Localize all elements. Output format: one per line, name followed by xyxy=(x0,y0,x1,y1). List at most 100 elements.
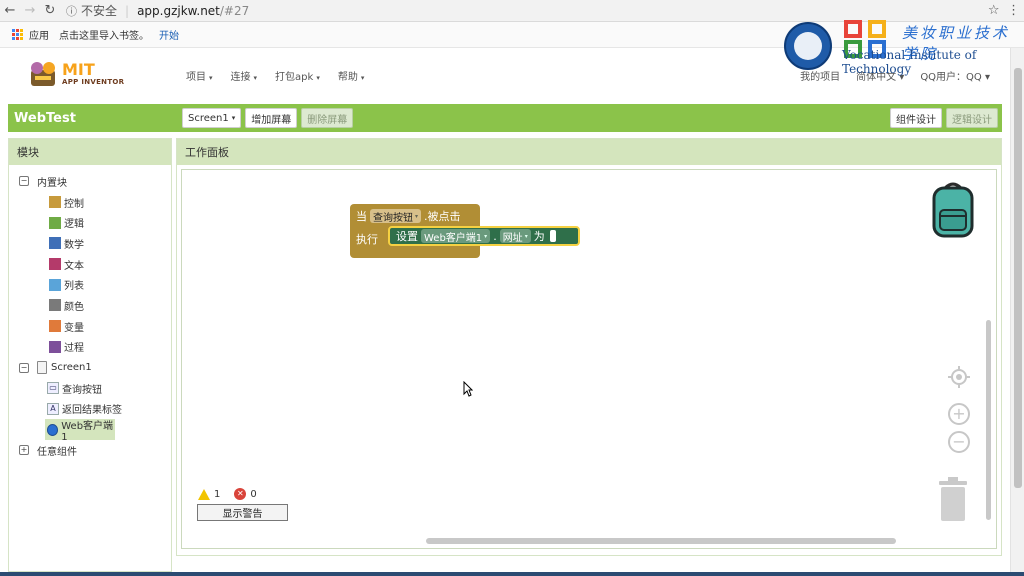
zoom-in-icon[interactable]: + xyxy=(948,403,970,425)
school-seal-icon xyxy=(784,22,832,70)
page-scrollbar[interactable] xyxy=(1010,48,1024,576)
workspace-vertical-scrollbar[interactable] xyxy=(986,320,991,520)
browser-address-bar: ← → ↻ ⓘ 不安全 | app.gzjkw.net/#27 ☆ ⋮ xyxy=(0,0,1024,22)
drawer-label: 控制 xyxy=(64,198,84,210)
component-label: 返回结果标签 xyxy=(62,405,122,417)
set-property-dropdown[interactable]: 网址 ▾ xyxy=(499,229,531,244)
info-icon[interactable]: ⓘ xyxy=(66,3,77,19)
caret-down-icon: ▾ xyxy=(360,74,365,82)
collapse-icon[interactable]: − xyxy=(19,176,29,187)
blocks-tree: − 内置块 控制 逻辑 数学 文本 列表 颜色 变量 过程 − Screen1 … xyxy=(9,165,171,461)
reload-icon[interactable]: ↻ xyxy=(40,1,60,21)
event-name: .被点击 xyxy=(424,210,461,223)
caret-down-icon: ▾ xyxy=(253,74,258,82)
url-field[interactable]: ⓘ 不安全 | app.gzjkw.net/#27 xyxy=(66,2,984,20)
label-icon: A xyxy=(47,402,59,415)
tree-any-component[interactable]: + 任意组件 xyxy=(9,440,171,461)
collapse-icon[interactable]: − xyxy=(19,362,29,373)
url-host: app.gzjkw.net xyxy=(137,3,220,18)
more-menu-icon[interactable]: ⋮ xyxy=(1007,3,1020,18)
drawer-control[interactable]: 控制 xyxy=(9,192,171,213)
caret-down-icon: ▾ xyxy=(209,74,213,82)
drawer-variables[interactable]: 变量 xyxy=(9,316,171,337)
drawer-lists[interactable]: 列表 xyxy=(9,274,171,295)
tree-builtin-label: 内置块 xyxy=(37,177,67,189)
drawer-procedures[interactable]: 过程 xyxy=(9,337,171,358)
bookmark-apps[interactable]: 应用 xyxy=(29,27,49,42)
drawer-label: 数学 xyxy=(64,239,84,251)
control-color-icon xyxy=(49,196,61,209)
blocks-editor-button[interactable]: 逻辑设计 xyxy=(946,108,998,128)
drawer-math[interactable]: 数学 xyxy=(9,233,171,254)
designer-button[interactable]: 组件设计 xyxy=(890,108,942,128)
recenter-icon[interactable] xyxy=(948,366,970,388)
warning-count: 1 xyxy=(214,488,221,500)
screen-selector-label: Screen1 xyxy=(188,112,229,124)
drawer-label: 过程 xyxy=(64,343,84,355)
screen-icon xyxy=(37,361,47,375)
drawer-label: 逻辑 xyxy=(64,219,84,231)
set-component-dropdown[interactable]: Web客户端1 ▾ xyxy=(421,229,491,244)
set-to: 为 xyxy=(533,230,545,243)
logo-bee-icon xyxy=(31,62,55,86)
caret-down-icon: ▾ xyxy=(231,114,236,122)
tree-builtin[interactable]: − 内置块 xyxy=(9,171,171,192)
drawer-colors[interactable]: 颜色 xyxy=(9,295,171,316)
text-color-icon xyxy=(49,258,61,271)
tree-component-button[interactable]: ▭ 查询按钮 xyxy=(9,378,171,399)
drawer-text[interactable]: 文本 xyxy=(9,254,171,275)
event-component-dropdown[interactable]: 查询按钮 ▾ xyxy=(370,209,422,224)
menu-help[interactable]: 帮助 ▾ xyxy=(338,68,365,83)
event-do: 执行 xyxy=(356,233,378,246)
tree-component-web[interactable]: Web客户端1 xyxy=(45,419,115,443)
remove-screen-button[interactable]: 删除屏幕 xyxy=(301,108,354,128)
apps-grid-icon[interactable] xyxy=(12,29,23,40)
set-property-block[interactable]: 设置 Web客户端1 ▾ . 网址 ▾ 为 xyxy=(388,226,580,246)
mouse-cursor-icon xyxy=(463,381,473,397)
drawer-label: 颜色 xyxy=(64,301,84,313)
component-label: 查询按钮 xyxy=(62,384,102,396)
value-socket[interactable] xyxy=(549,230,556,242)
screen-selector[interactable]: Screen1 ▾ xyxy=(182,108,242,128)
bookmark-import-hint: 点击这里导入书签。 xyxy=(59,31,149,42)
school-watermark: 美妆职业技术学院 Vocational Institute of Technol… xyxy=(784,20,1014,76)
tree-any-component-label: 任意组件 xyxy=(37,446,77,458)
lists-color-icon xyxy=(49,278,61,291)
tree-screen1-label: Screen1 xyxy=(51,362,92,374)
event-component-label: 查询按钮 xyxy=(373,212,413,224)
page-scrollbar-thumb[interactable] xyxy=(1014,68,1022,488)
logo-subtext: APP INVENTOR xyxy=(62,78,125,86)
set-property-label: 网址 xyxy=(502,232,523,244)
warning-indicator: 1 ✕ 0 xyxy=(198,488,257,500)
insecure-label: 不安全 xyxy=(81,4,118,18)
colors-color-icon xyxy=(49,299,61,312)
set-component-label: Web客户端1 xyxy=(424,232,483,244)
show-warnings-button[interactable]: 显示警告 xyxy=(197,504,288,521)
app-inventor-logo[interactable]: MIT APP INVENTOR xyxy=(28,58,128,92)
bookmark-start-link[interactable]: 开始 xyxy=(159,27,179,42)
url-path: /#27 xyxy=(219,3,250,18)
trash-icon[interactable] xyxy=(937,477,969,523)
set-keyword: 设置 xyxy=(396,230,418,243)
logic-color-icon xyxy=(49,216,61,229)
zoom-out-icon[interactable]: − xyxy=(948,431,970,453)
blocks-workspace[interactable]: 当 查询按钮 ▾ .被点击 执行 设置 Web客户端1 ▾ . 网址 ▾ 为 +… xyxy=(181,169,997,549)
menu-connect-label: 连接 xyxy=(230,72,251,83)
drawer-label: 变量 xyxy=(64,322,84,334)
menu-build-apk[interactable]: 打包apk ▾ xyxy=(275,68,320,83)
menu-project[interactable]: 项目 ▾ xyxy=(186,68,213,83)
menu-connect[interactable]: 连接 ▾ xyxy=(231,68,258,83)
drawer-label: 文本 xyxy=(64,260,84,272)
backpack-icon[interactable] xyxy=(928,180,978,240)
tree-screen1[interactable]: − Screen1 xyxy=(9,357,171,378)
add-screen-button[interactable]: 增加屏幕 xyxy=(245,108,298,128)
workspace-horizontal-scrollbar[interactable] xyxy=(426,538,896,544)
expand-icon[interactable]: + xyxy=(19,445,29,456)
star-icon[interactable]: ☆ xyxy=(988,3,1000,18)
caret-down-icon: ▾ xyxy=(316,74,320,82)
taskbar-strip xyxy=(0,572,1024,576)
drawer-logic[interactable]: 逻辑 xyxy=(9,212,171,233)
zoom-controls: + − xyxy=(948,366,974,459)
forward-arrow-icon[interactable]: → xyxy=(20,1,40,21)
back-arrow-icon[interactable]: ← xyxy=(0,1,20,21)
